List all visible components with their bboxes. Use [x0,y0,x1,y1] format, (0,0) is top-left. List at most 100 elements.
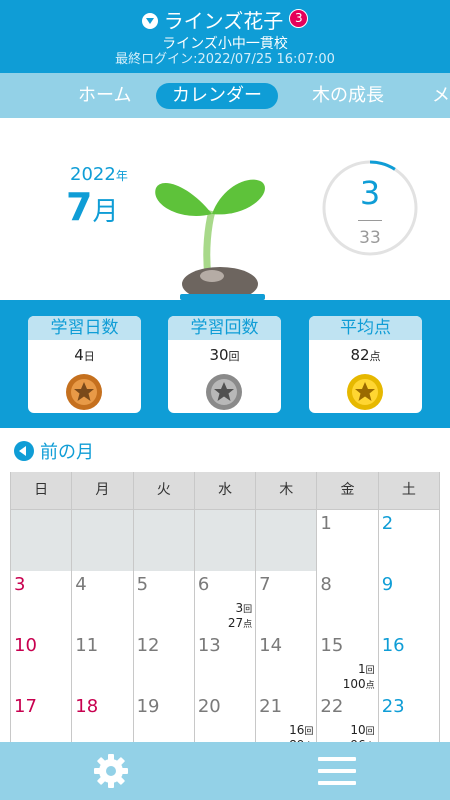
calendar-week-row: 10 11 12 13 14 15 1回 100点 16 [11,631,440,693]
bottom-bar [0,742,450,800]
notification-badge[interactable]: 3 [289,8,309,28]
calendar-day-cell[interactable]: 12 [133,632,195,693]
calendar-day-cell[interactable]: 5 [133,571,195,632]
day-number: 17 [14,696,37,717]
month-label: 7月 [66,185,119,229]
day-points: 27点 [227,616,253,630]
calendar-empty-cell [194,510,257,571]
calendar-empty-cell [256,510,318,571]
calendar-week-row: 12 [11,509,440,571]
calendar-day-cell[interactable]: 11 [72,632,134,693]
calendar-grid: 日月火水木金土 1 2 3 4 5 6 3回 27点 7 8 9 10 11 12 13 14 15 1回 100点… [10,472,440,754]
gold-medal-icon [347,374,383,410]
day-number: 1 [320,513,332,534]
tab-tree-growth[interactable]: 木の成長 [312,83,384,109]
calendar-day-cell[interactable]: 2 [378,510,440,571]
school-name: ラインズ小中一貫校 [162,36,288,52]
stat-title: 平均点 [309,316,422,340]
calendar-day-cell[interactable]: 4 [72,571,134,632]
day-number: 15 [320,635,344,656]
day-number: 7 [259,574,271,595]
calendar-day-cell[interactable]: 14 [256,632,318,693]
day-points: 100点 [342,677,375,691]
day-number: 8 [320,574,332,595]
day-number: 21 [259,696,283,717]
chevron-left-icon[interactable] [14,441,34,461]
day-number: 3 [14,574,26,595]
day-number: 10 [14,635,37,656]
weekday-label: 木 [256,472,318,509]
stat-title: 学習回数 [168,316,281,340]
prev-month-label[interactable]: 前の月 [40,438,94,464]
weekday-label: 水 [195,472,257,509]
calendar-week-row: 3 4 5 6 3回 27点 7 8 9 [11,570,440,632]
calendar-day-cell[interactable]: 16 [378,632,440,693]
day-number: 6 [197,574,210,595]
hamburger-menu-icon[interactable] [318,756,356,786]
day-number: 11 [75,635,99,656]
day-number: 14 [259,635,283,656]
month-hero: 2022年 7月 3 33 [0,118,450,300]
day-study-count: 1回 [358,662,375,676]
stat-title: 学習日数 [28,316,141,340]
prev-month-link[interactable]: 前の月 [14,438,94,464]
weekday-label: 日 [11,472,73,509]
day-number: 16 [381,635,405,656]
day-number: 22 [320,696,344,717]
silver-medal-icon [206,374,242,410]
calendar-day-cell[interactable]: 9 [378,571,440,632]
calendar-day-cell[interactable]: 10 [11,632,73,693]
day-number: 20 [197,696,221,717]
year-label: 2022年 [70,164,128,185]
day-number: 18 [75,696,99,717]
day-number: 4 [75,574,87,595]
sprout-illustration [155,179,265,300]
calendar-body: 1 2 3 4 5 6 3回 27点 7 8 9 10 11 12 13 14 15 1回 100点 16 17 18 19… [11,509,440,754]
tab-calendar[interactable]: カレンダー [156,83,278,109]
user-name[interactable]: ラインズ花子 [164,9,284,33]
calendar-day-cell[interactable]: 15 1回 100点 [317,632,379,693]
day-number: 13 [197,635,221,656]
progress-ring: 3 33 [320,158,420,258]
day-number: 2 [381,513,394,534]
calendar-empty-cell [11,510,73,571]
calendar-day-cell[interactable]: 13 [194,632,257,693]
day-study-count: 10回 [350,723,375,737]
weekday-label: 火 [134,472,195,509]
tab-bar: ホーム カレンダー 木の成長 メ [0,73,450,118]
gear-icon[interactable] [92,752,130,790]
tab-more[interactable]: メ [432,83,450,109]
last-login: 最終ログイン:2022/07/25 16:07:00 [115,52,335,67]
bronze-medal-icon [66,374,102,410]
progress-total: 33 [359,228,381,248]
day-study-count: 16回 [289,723,314,737]
weekday-label: 土 [379,472,440,509]
calendar-empty-cell [133,510,195,571]
day-number: 23 [381,696,405,717]
stats-band: 学習日数 4日 学習回数 30回 平均点 82点 [0,300,450,428]
day-number: 5 [136,574,149,595]
weekday-label: 月 [72,472,134,509]
weekday-label: 金 [317,472,379,509]
dropdown-icon[interactable] [141,13,158,29]
stat-value: 82点 [350,346,381,364]
stat-card-study-count: 学習回数 30回 [168,316,281,413]
calendar-day-cell[interactable]: 3 [11,571,73,632]
day-number: 19 [136,696,160,717]
calendar-empty-cell [72,510,134,571]
calendar-day-cell[interactable]: 1 [317,510,379,571]
stat-card-study-days: 学習日数 4日 [28,316,141,413]
calendar-weekday-header: 日月火水木金土 [11,472,440,509]
stat-value: 4日 [74,346,95,364]
day-number: 9 [381,574,394,595]
progress-divider [358,220,382,221]
calendar-day-cell[interactable]: 8 [317,571,379,632]
progress-value: 3 [359,174,381,212]
user-menu[interactable]: ラインズ花子 3 [0,8,450,33]
calendar-day-cell[interactable]: 7 [256,571,318,632]
stat-card-average-score: 平均点 82点 [309,316,422,413]
tab-home[interactable]: ホーム [78,83,131,109]
stat-value: 30回 [209,346,240,364]
calendar-day-cell[interactable]: 6 3回 27点 [194,571,257,632]
day-number: 12 [136,635,160,656]
